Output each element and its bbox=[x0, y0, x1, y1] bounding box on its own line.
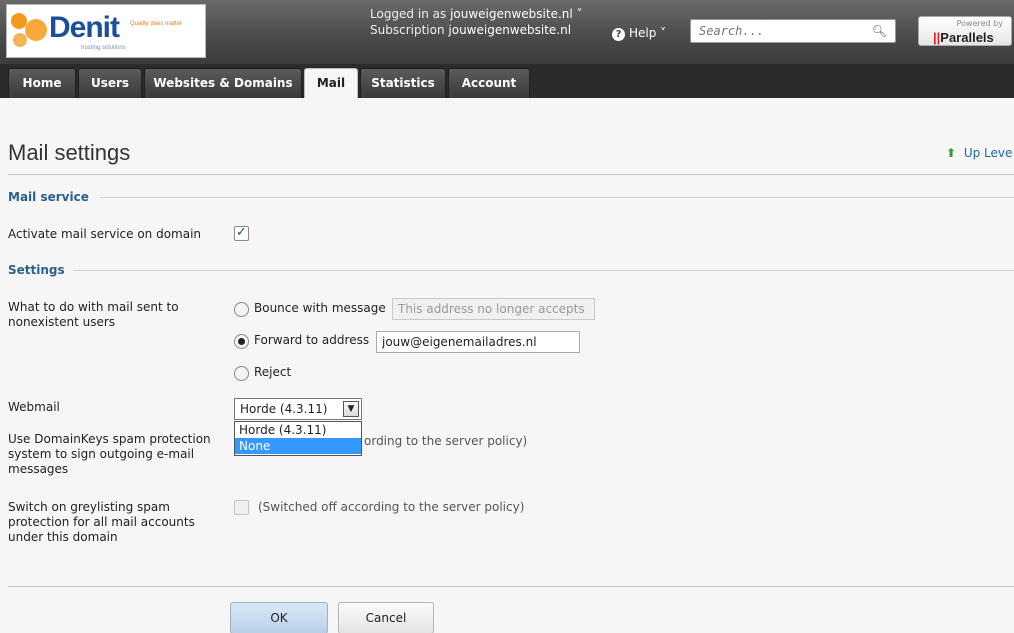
reject-radio[interactable] bbox=[234, 366, 249, 381]
webmail-option[interactable]: Horde (4.3.11) bbox=[235, 422, 361, 438]
logo-tagline: Quality does matter bbox=[130, 21, 183, 27]
activate-mail-label: Activate mail service on domain bbox=[8, 227, 202, 241]
up-level-link[interactable]: ⬆ Up Leve bbox=[946, 146, 1012, 160]
section-divider bbox=[100, 197, 1014, 198]
forward-label: Forward to address bbox=[254, 333, 370, 347]
tab-statistics[interactable]: Statistics bbox=[360, 68, 446, 98]
reject-label: Reject bbox=[254, 365, 292, 379]
section-settings: Settings bbox=[8, 263, 73, 277]
page-title: Mail settings bbox=[8, 140, 131, 165]
tab-users[interactable]: Users bbox=[78, 68, 142, 98]
logged-in-label: Logged in as bbox=[370, 7, 447, 21]
forward-address-input[interactable] bbox=[376, 331, 580, 353]
bounce-radio[interactable] bbox=[234, 302, 249, 317]
webmail-selected-value: Horde (4.3.11) bbox=[240, 402, 328, 416]
search-icon[interactable]: 🔍︎ bbox=[872, 24, 887, 38]
webmail-label: Webmail bbox=[8, 400, 60, 414]
search-box: 🔍︎ bbox=[690, 19, 896, 43]
subscription-label: Subscription bbox=[370, 23, 445, 37]
webmail-select[interactable]: Horde (4.3.11) ▼ bbox=[234, 398, 362, 420]
top-header: Denit Quality does matter hosting soluti… bbox=[0, 0, 1014, 64]
denit-logo[interactable]: Denit Quality does matter hosting soluti… bbox=[6, 4, 206, 58]
login-info: Logged in as jouweigenwebsite.nl ˅ Subsc… bbox=[370, 6, 583, 38]
section-divider bbox=[72, 270, 1014, 271]
cancel-button[interactable]: Cancel bbox=[338, 602, 434, 633]
chevron-down-icon[interactable]: ▼ bbox=[343, 401, 359, 417]
greylisting-label: Switch on greylisting spam protection fo… bbox=[8, 500, 195, 544]
main-tabs: Home Users Websites & Domains Mail Stati… bbox=[0, 64, 1014, 98]
ok-button[interactable]: OK bbox=[230, 602, 328, 633]
nonexistent-users-label: What to do with mail sent to nonexistent… bbox=[8, 300, 179, 329]
webmail-option[interactable]: None bbox=[235, 438, 361, 454]
help-icon: ? bbox=[612, 28, 625, 41]
help-menu[interactable]: ? Help ˅ bbox=[612, 26, 666, 41]
tab-account[interactable]: Account bbox=[448, 68, 530, 98]
title-divider bbox=[8, 174, 1014, 175]
bounce-label: Bounce with message bbox=[254, 301, 386, 315]
forward-radio[interactable] bbox=[234, 334, 249, 349]
section-mail-service: Mail service bbox=[8, 190, 97, 204]
tab-home[interactable]: Home bbox=[8, 68, 76, 98]
up-level-label: Up Leve bbox=[963, 146, 1013, 160]
parallels-logo: ||Parallels bbox=[933, 30, 994, 45]
greylisting-note: (Switched off according to the server po… bbox=[258, 500, 525, 514]
tab-websites-domains[interactable]: Websites & Domains bbox=[144, 68, 302, 98]
help-label: Help ˅ bbox=[629, 26, 667, 40]
domainkeys-label: Use DomainKeys spam protection system to… bbox=[8, 432, 211, 476]
tab-mail[interactable]: Mail bbox=[304, 68, 358, 98]
webmail-options-list: Horde (4.3.11) None bbox=[234, 421, 362, 456]
bounce-message-input[interactable] bbox=[392, 298, 595, 320]
logo-ball-icon bbox=[25, 19, 47, 41]
greylisting-checkbox[interactable] bbox=[234, 500, 249, 515]
logo-brand: Denit bbox=[49, 11, 120, 44]
logo-ball-icon bbox=[13, 33, 27, 47]
activate-mail-checkbox[interactable] bbox=[234, 225, 249, 241]
search-input[interactable] bbox=[691, 20, 861, 42]
domainkeys-note: ording to the server policy) bbox=[364, 434, 528, 448]
subscription-value[interactable]: jouweigenwebsite.nl bbox=[448, 23, 571, 37]
up-arrow-icon: ⬆ bbox=[946, 146, 957, 160]
logo-sub: hosting solutions bbox=[81, 45, 126, 51]
powered-by-label: Powered by bbox=[956, 19, 1003, 28]
powered-by-badge[interactable]: Powered by ||Parallels bbox=[918, 16, 1012, 46]
buttons-divider bbox=[8, 586, 1014, 587]
logged-in-user[interactable]: jouweigenwebsite.nl ˅ bbox=[450, 7, 582, 21]
